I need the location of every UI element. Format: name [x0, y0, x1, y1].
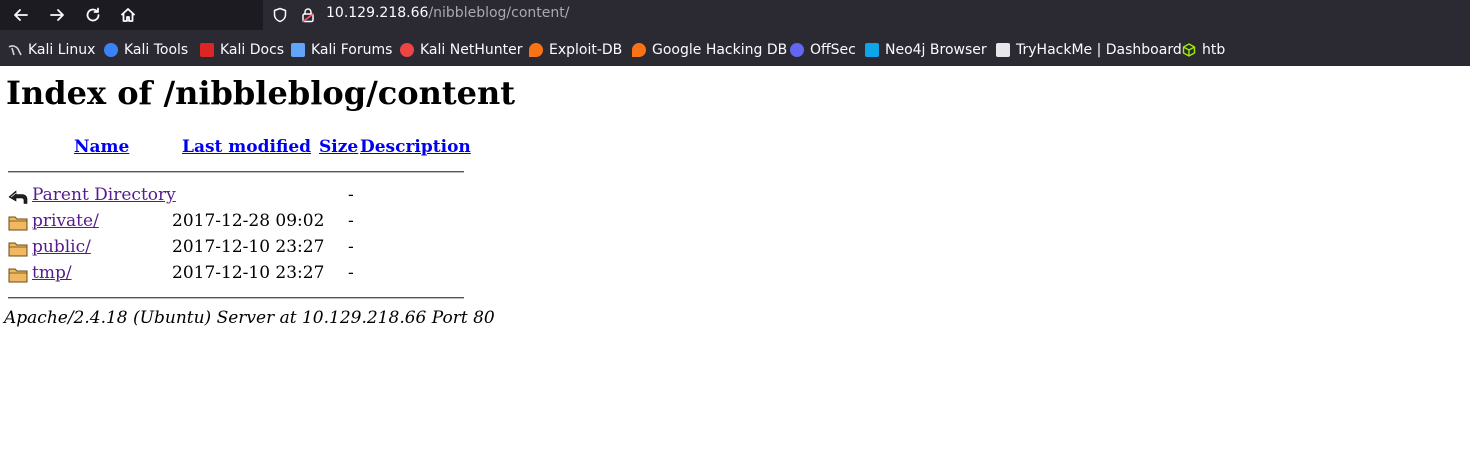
directory-listing-page: Index of /nibbleblog/content Name Last m… [0, 66, 1470, 464]
back-arrow-icon [14, 9, 28, 21]
bookmark-neo4j-browser[interactable]: Neo4j Browser [865, 40, 987, 60]
bookmark-offsec[interactable]: OffSec [790, 40, 856, 60]
kali-tools-icon [104, 43, 118, 57]
header-divider [8, 171, 464, 173]
bookmark-label: TryHackMe | Dashboard [1016, 42, 1182, 58]
column-header-last-modified[interactable]: Last modified [182, 137, 311, 157]
bookmark-htb[interactable]: htb [1182, 40, 1225, 60]
home-icon [121, 8, 135, 22]
table-row: public/ 2017-12-10 23:27 - [0, 236, 480, 260]
row-modified: 2017-12-28 09:02 [172, 211, 325, 231]
navigation-bar: 10.129.218.66/nibbleblog/content/ [0, 0, 1470, 30]
column-header-description[interactable]: Description [360, 137, 471, 157]
home-button[interactable] [115, 3, 141, 27]
folder-icon [8, 239, 28, 257]
row-modified: 2017-12-10 23:27 [172, 263, 325, 283]
bookmarks-toolbar: Kali Linux Kali Tools Kali Docs Kali For… [0, 36, 1470, 64]
kali-dragon-icon [8, 43, 22, 57]
row-size: - [348, 237, 354, 257]
back-button[interactable] [8, 3, 34, 27]
table-row: tmp/ 2017-12-10 23:27 - [0, 262, 480, 286]
neo4j-icon [865, 43, 879, 57]
offsec-icon [790, 43, 804, 57]
bookmark-label: Google Hacking DB [652, 42, 788, 58]
kali-forums-icon [291, 43, 305, 57]
folder-link-tmp[interactable]: tmp/ [32, 263, 72, 283]
bookmark-kali-linux[interactable]: Kali Linux [8, 40, 95, 60]
bookmark-label: Kali Linux [28, 42, 96, 58]
ghdb-icon [632, 43, 646, 57]
reload-button[interactable] [80, 3, 106, 27]
parent-directory-link[interactable]: Parent Directory [32, 185, 176, 205]
shield-icon[interactable] [272, 7, 288, 23]
row-size: - [348, 263, 354, 283]
reload-icon [86, 7, 100, 22]
bookmark-label: OffSec [810, 42, 856, 58]
folder-link-private[interactable]: private/ [32, 211, 99, 231]
exploit-db-icon [529, 43, 543, 57]
bookmark-kali-docs[interactable]: Kali Docs [200, 40, 284, 60]
bookmark-kali-tools[interactable]: Kali Tools [104, 40, 188, 60]
folder-icon [8, 265, 28, 283]
bookmark-kali-nethunter[interactable]: Kali NetHunter [400, 40, 522, 60]
kali-docs-icon [200, 43, 214, 57]
bookmark-label: Neo4j Browser [885, 42, 987, 58]
bookmark-label: htb [1202, 42, 1226, 58]
bookmark-label: Exploit-DB [549, 42, 623, 58]
folder-link-public[interactable]: public/ [32, 237, 91, 257]
bookmark-label: Kali Tools [124, 42, 189, 58]
folder-icon [8, 213, 28, 231]
url-bar[interactable]: 10.129.218.66/nibbleblog/content/ [263, 0, 1470, 30]
table-row: private/ 2017-12-28 09:02 - [0, 210, 480, 234]
column-header-size[interactable]: Size [319, 137, 358, 157]
bookmark-label: Kali Forums [311, 42, 393, 58]
nethunter-icon [400, 43, 414, 57]
bookmark-exploit-db[interactable]: Exploit-DB [529, 40, 622, 60]
column-header-name[interactable]: Name [74, 137, 129, 157]
forward-button[interactable] [44, 3, 70, 27]
browser-chrome: 10.129.218.66/nibbleblog/content/ Kali L… [0, 0, 1470, 66]
back-arrow-icon [8, 187, 28, 205]
footer-divider [8, 297, 464, 299]
server-signature: Apache/2.4.18 (Ubuntu) Server at 10.129.… [4, 308, 495, 328]
htb-icon [1182, 43, 1196, 57]
table-row: Parent Directory - [0, 184, 480, 208]
bookmark-tryhackme[interactable]: TryHackMe | Dashboard [996, 40, 1182, 60]
bookmark-google-hacking-db[interactable]: Google Hacking DB [632, 40, 787, 60]
url-path: /nibbleblog/content/ [428, 5, 570, 21]
url-host: 10.129.218.66 [326, 5, 429, 21]
lock-icon[interactable] [300, 7, 316, 23]
bookmark-kali-forums[interactable]: Kali Forums [291, 40, 392, 60]
page-title: Index of /nibbleblog/content [6, 74, 516, 112]
bookmark-label: Kali Docs [220, 42, 285, 58]
forward-arrow-icon [50, 9, 64, 21]
row-modified: 2017-12-10 23:27 [172, 237, 325, 257]
url-text[interactable]: 10.129.218.66/nibbleblog/content/ [326, 5, 569, 21]
bookmark-label: Kali NetHunter [420, 42, 523, 58]
row-size: - [348, 211, 354, 231]
row-size: - [348, 185, 354, 205]
tryhackme-icon [996, 43, 1010, 57]
